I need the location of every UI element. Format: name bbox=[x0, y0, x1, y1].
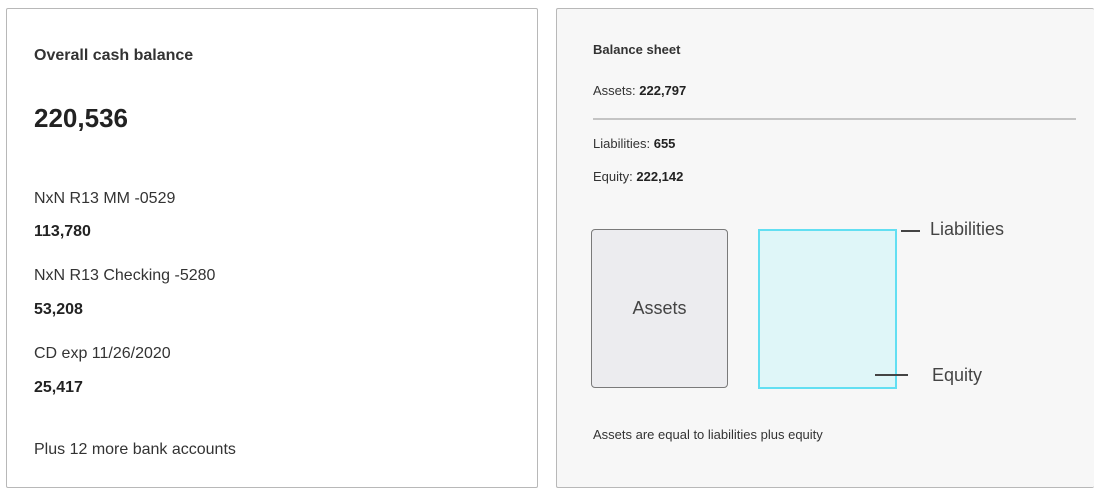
assets-label: Assets: bbox=[593, 83, 636, 98]
liabilities-leader-line bbox=[901, 230, 920, 232]
cash-balance-title: Overall cash balance bbox=[34, 47, 194, 64]
assets-block-label: Assets bbox=[632, 298, 687, 318]
liabilities-label: Liabilities: bbox=[593, 136, 651, 151]
account-name: NxN R13 MM -0529 bbox=[34, 190, 176, 207]
liabilities-summary: Liabilities: 655 bbox=[593, 136, 675, 151]
balance-sheet-card: Balance sheet Assets: 222,797 Liabilitie… bbox=[556, 8, 1094, 488]
divider bbox=[593, 118, 1076, 120]
equity-value: 222,142 bbox=[636, 169, 684, 184]
cash-balance-total: 220,536 bbox=[34, 103, 128, 133]
account-balance: 53,208 bbox=[34, 301, 83, 318]
liabilities-callout: Liabilities bbox=[930, 219, 1005, 239]
liabilities-equity-block bbox=[758, 229, 897, 389]
liabilities-value: 655 bbox=[653, 136, 676, 151]
balance-sheet-title: Balance sheet bbox=[593, 42, 681, 57]
account-name: CD exp 11/26/2020 bbox=[34, 345, 171, 362]
equity-leader-line bbox=[875, 374, 908, 376]
equity-label: Equity: bbox=[593, 169, 633, 184]
assets-block: Assets bbox=[591, 229, 728, 388]
more-bank-accounts-link[interactable]: Plus 12 more bank accounts bbox=[34, 441, 236, 459]
account-balance: 113,780 bbox=[34, 223, 91, 240]
equity-callout: Equity bbox=[932, 365, 983, 385]
account-name: NxN R13 Checking -5280 bbox=[34, 267, 216, 284]
cash-balance-card: Overall cash balance 220,536 NxN R13 MM … bbox=[6, 8, 538, 488]
balance-sheet-footnote: Assets are equal to liabilities plus equ… bbox=[593, 427, 823, 442]
assets-summary: Assets: 222,797 bbox=[593, 83, 686, 98]
assets-value: 222,797 bbox=[639, 83, 687, 98]
equity-summary: Equity: 222,142 bbox=[593, 169, 683, 184]
account-balance: 25,417 bbox=[34, 379, 83, 396]
